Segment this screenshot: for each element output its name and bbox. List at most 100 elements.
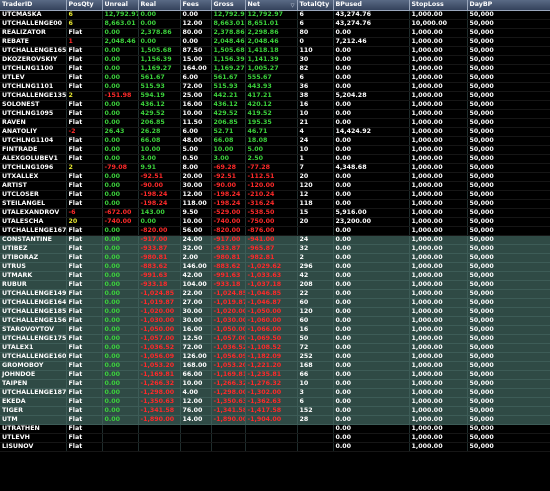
table-row[interactable]: UTCHALLENGE175 Flat 0.00 -1,057.00 12.50 -1,0… — [0, 334, 550, 344]
cell-gross: -69.28 — [211, 163, 246, 173]
table-row[interactable]: UTALEX1 Flat 0.00 -1,036.52 72.00 -1,036.52 -1… — [0, 343, 550, 353]
cell-fees: 118.00 — [180, 199, 212, 209]
cell-trader: ANATOLIY — [0, 127, 67, 137]
table-row[interactable]: UTCHALLENGE135 2 -151.98 594.19 25.00 442.21 4… — [0, 91, 550, 101]
table-row[interactable]: REALIZATOR Flat 0.00 2,378.86 80.00 2,378.86 2… — [0, 28, 550, 38]
table-row[interactable]: UTCHALLENGE156 Flat 0.00 -1,030.00 30.00 -1,0… — [0, 316, 550, 326]
table-row[interactable]: UTMARK Flat 0.00 -991.63 42.00 -991.63 -1,033.… — [0, 271, 550, 281]
table-row[interactable]: GROMOBOY Flat 0.00 -1,053.20 168.00 -1,053.20… — [0, 361, 550, 371]
cell-total: 72 — [297, 343, 334, 353]
cell-day: 50,000 — [467, 190, 550, 200]
column-header-total[interactable]: TotalQty — [297, 0, 334, 11]
table-row[interactable]: UTXALLEX Flat 0.00 -92.51 20.00 -92.51 -112.51… — [0, 172, 550, 182]
cell-day: 50,000 — [467, 91, 550, 101]
cell-gross: -933.87 — [211, 244, 246, 254]
table-row[interactable]: SOLONEST Flat 0.00 436.12 16.00 436.12 420.12 1… — [0, 100, 550, 110]
sort-down-icon[interactable]: ▽ — [291, 3, 295, 9]
table-row[interactable]: UTCMASKA612,792.970.000.0012,792.9712,79… — [0, 10, 550, 20]
cell-fees: 87.50 — [180, 46, 212, 56]
cell-trader: UTCHALLENGE165 — [0, 46, 67, 56]
table-row[interactable]: RUBUR Flat 0.00 -933.18 104.00 -933.18 -1,037.… — [0, 280, 550, 290]
column-header-stop[interactable]: StopLoss — [409, 0, 468, 11]
cell-gross: -1,056.09 — [211, 352, 246, 362]
cell-stop: 1,000.00 — [409, 10, 468, 20]
cell-real: -92.51 — [138, 172, 181, 182]
column-header-unreal[interactable]: Unreal — [102, 0, 139, 11]
table-row[interactable]: UTLEVH Flat 0.00 1,000.00 50,000 — [0, 433, 550, 443]
cell-trader: UTCHALLENGE149 — [0, 289, 67, 299]
table-row[interactable]: LISUNOV Flat 0.00 1,000.00 50,000 — [0, 442, 550, 452]
table-row[interactable]: UTRUS Flat 0.00 -883.62 146.00 -883.62 -1,029.… — [0, 262, 550, 272]
cell-bp: 4,348.68 — [333, 163, 410, 173]
table-row[interactable]: ALEXGOLUBEV1 Flat 0.00 3.00 0.50 3.00 2.50 1 0.0… — [0, 154, 550, 164]
table-row[interactable]: UTALEXANDROV -6 -672.00 143.00 9.50 -529.00 -5… — [0, 208, 550, 218]
table-row[interactable]: UTCHLNG1096 2 -79.08 9.91 8.00 -69.28 -77.28 7 4… — [0, 163, 550, 173]
column-header-bp[interactable]: BPused — [333, 0, 410, 11]
table-row[interactable]: STEILANGEL Flat 0.00 -198.24 118.00 -198.24 -3… — [0, 199, 550, 209]
table-row[interactable]: FINTRADE Flat 0.00 10.00 5.00 10.00 5.00 10 0.00… — [0, 145, 550, 155]
table-row[interactable]: UTCHALLENGE187 Flat 0.00 -1,298.00 4.00 -1,29… — [0, 388, 550, 398]
table-row[interactable]: STAROVOYTOV Flat 0.00 -1,050.00 16.00 -1,050.… — [0, 325, 550, 335]
table-row[interactable]: EKEDA Flat 0.00 -1,350.63 12.00 -1,350.63 -1,3… — [0, 397, 550, 407]
table-row[interactable]: UTCHLNG1100 Flat 0.00 1,169.27 164.00 1,169.2… — [0, 64, 550, 74]
column-header-trader[interactable]: TraderID — [0, 0, 67, 11]
table-row[interactable]: UTRATHEN Flat 0.00 1,000.00 50,000 — [0, 424, 550, 434]
table-row[interactable]: REBATE 1 2,048.46 0.00 0.00 2,048.46 2,048.46 0… — [0, 37, 550, 47]
cell-net: 2,298.86 — [245, 28, 298, 38]
table-row[interactable]: UTCHLNG1104 Flat 0.00 66.08 48.00 66.08 18.08 2… — [0, 136, 550, 146]
cell-total: 24 — [297, 235, 334, 245]
column-header-net[interactable]: Net ▽ — [245, 0, 298, 11]
cell-unreal: 0.00 — [102, 109, 139, 119]
cell-pos: Flat — [66, 109, 103, 119]
table-row[interactable]: RAVEN Flat 0.00 206.85 11.50 206.85 195.35 21 0.… — [0, 118, 550, 128]
table-row[interactable]: UTM Flat 0.00 -1,890.00 14.00 -1,890.00 -1,904… — [0, 415, 550, 425]
column-header-gross[interactable]: Gross — [211, 0, 246, 11]
table-row[interactable]: UTIBORAZ Flat 0.00 -980.81 2.00 -980.81 -982.8… — [0, 253, 550, 263]
column-header-label: Fees — [182, 0, 199, 8]
cell-fees: 48.00 — [180, 136, 212, 146]
table-row[interactable]: ARTIST Flat 0.00 -90.00 30.00 -90.00 -120.00 12… — [0, 181, 550, 191]
cell-bp: 43,274.76 — [333, 10, 410, 20]
cell-net: -1,033.63 — [245, 271, 298, 281]
column-header-fees[interactable]: Fees — [180, 0, 212, 11]
cell-net: -965.87 — [245, 244, 298, 254]
column-header-pos[interactable]: PosQty — [66, 0, 103, 11]
cell-unreal: 2,048.46 — [102, 37, 139, 47]
cell-fees: 12.50 — [180, 334, 212, 344]
cell-unreal: 0.00 — [102, 100, 139, 110]
table-row[interactable]: CONSTANTINE Flat 0.00 -917.00 24.00 -917.00 -9… — [0, 235, 550, 245]
table-row[interactable]: UTALESCHA 20 -740.00 0.00 10.00 -740.00 -750.0… — [0, 217, 550, 227]
cell-unreal: 0.00 — [102, 172, 139, 182]
table-row[interactable]: ANATOLIY -2 26.43 26.28 6.00 52.71 46.71 4 14,42… — [0, 127, 550, 137]
table-row[interactable]: UTCHALLENGE160 Flat 0.00 -1,056.09 126.00 -1,… — [0, 352, 550, 362]
table-row[interactable]: UTCHLNG1101 Flat 0.00 515.93 72.00 515.93 443.… — [0, 82, 550, 92]
table-row[interactable]: UTCLOSER Flat 0.00 -198.24 12.00 -198.24 -210.… — [0, 190, 550, 200]
table-row[interactable]: TIGER Flat 0.00 -1,341.58 76.00 -1,341.58 -1,4… — [0, 406, 550, 416]
table-row[interactable]: UTCHALLENGE149 Flat 0.00 -1,024.85 22.00 -1,0… — [0, 289, 550, 299]
column-header-day[interactable]: DayBP — [467, 0, 550, 11]
cell-trader: UTCHALLENGE160 — [0, 352, 67, 362]
table-row[interactable]: UTCHLNG1095 Flat 0.00 429.52 10.00 429.52 419.… — [0, 109, 550, 119]
table-row[interactable]: UTIBEZ Flat 0.00 -933.87 32.00 -933.87 -965.87… — [0, 244, 550, 254]
table-row[interactable]: UTCHALLENGE164 Flat 0.00 -1,019.87 27.00 -1,0… — [0, 298, 550, 308]
cell-fees: 10.00 — [180, 379, 212, 389]
cell-unreal: -151.98 — [102, 91, 139, 101]
cell-unreal: 0.00 — [102, 307, 139, 317]
table-row[interactable]: UTLEV Flat 0.00 561.67 6.00 561.67 555.67 6 0.00… — [0, 73, 550, 83]
cell-fees: 14.00 — [180, 415, 212, 425]
cell-gross: 1,156.39 — [211, 55, 246, 65]
column-header-real[interactable]: Real — [138, 0, 181, 11]
table-row[interactable]: TAIPEN Flat 0.00 -1,266.32 10.00 -1,266.32 -1,… — [0, 379, 550, 389]
table-row[interactable]: JOHNDOE Flat 0.00 -1,169.81 66.00 -1,169.81 -1… — [0, 370, 550, 380]
table-row[interactable]: UTCHALLENGE185 Flat 0.00 -1,020.00 30.00 -1,0… — [0, 307, 550, 317]
cell-trader: STAROVOYTOV — [0, 325, 67, 335]
cell-total: 4 — [297, 127, 334, 137]
table-row[interactable]: UTCHALLENGE00 6 8,663.01 0.00 12.00 8,663.01 8… — [0, 19, 550, 29]
table-row[interactable]: UTCHALLENGE167 Flat 0.00 -820.00 56.00 -820.0… — [0, 226, 550, 236]
cell-pos: Flat — [66, 298, 103, 308]
table-row[interactable]: UTCHALLENGE165 Flat 0.00 1,505.68 87.50 1,505… — [0, 46, 550, 56]
table-row[interactable]: DKOZEROVSKIY Flat 0.00 1,156.39 15.00 1,156.3… — [0, 55, 550, 65]
cell-unreal: 0.00 — [102, 280, 139, 290]
cell-unreal: 0.00 — [102, 289, 139, 299]
cell-net: -1,302.00 — [245, 388, 298, 398]
